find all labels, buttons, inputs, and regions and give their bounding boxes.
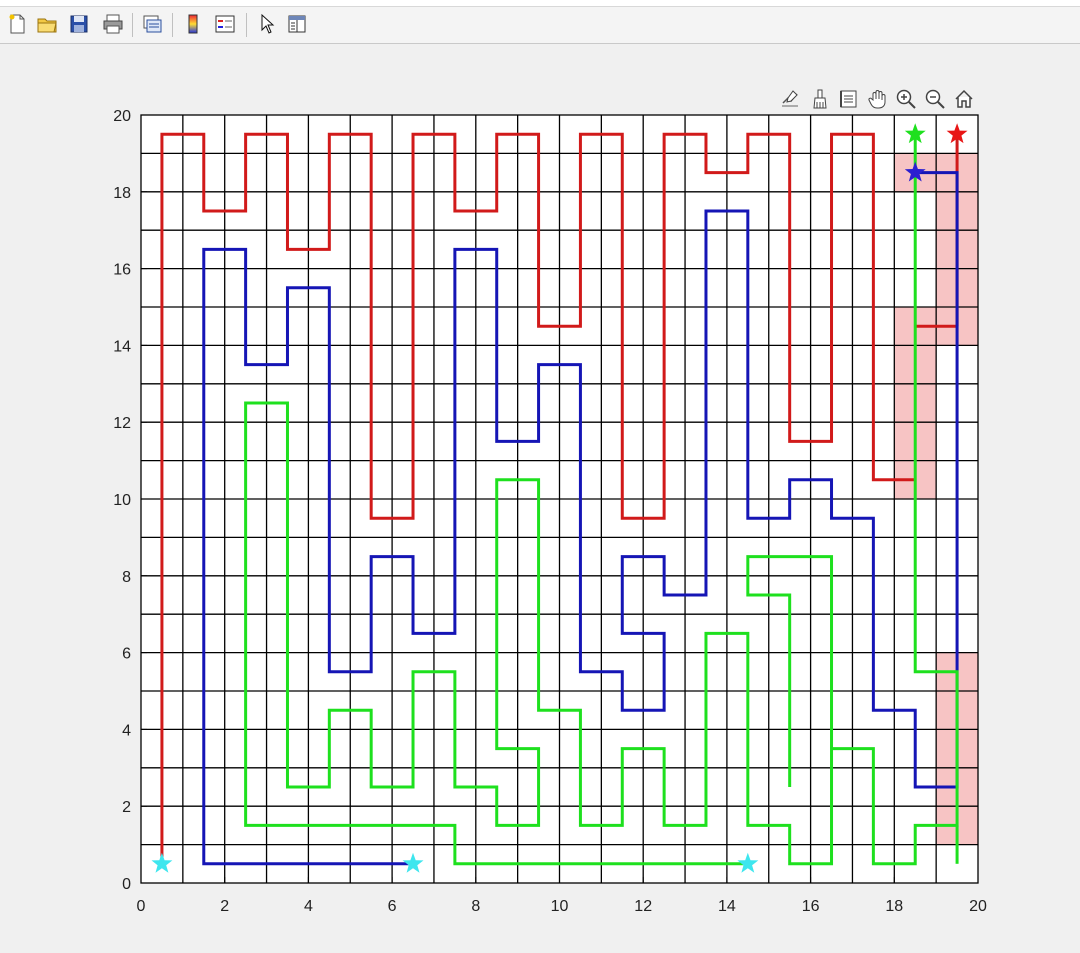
x-tick-label: 0 [137, 898, 146, 915]
y-tick-label: 8 [122, 569, 131, 586]
x-tick-label: 14 [718, 898, 736, 915]
y-tick-label: 12 [113, 415, 131, 432]
x-tick-label: 4 [304, 898, 313, 915]
x-tick-label: 8 [471, 898, 480, 915]
y-tick-label: 4 [122, 722, 131, 739]
y-tick-label: 0 [122, 876, 131, 893]
y-tick-label: 18 [113, 185, 131, 202]
x-tick-label: 12 [634, 898, 652, 915]
x-tick-label: 10 [551, 898, 569, 915]
x-tick-label: 18 [885, 898, 903, 915]
plot-axes[interactable]: 0 2 4 6 8 10 12 14 16 18 20 0 2 4 6 8 10 12 14 16 18 20 [0, 0, 1080, 953]
y-tick-label: 14 [113, 338, 131, 355]
x-tick-label: 20 [969, 898, 987, 915]
x-tick-label: 2 [220, 898, 229, 915]
y-tick-label: 10 [113, 492, 131, 509]
x-tick-label: 16 [802, 898, 820, 915]
y-tick-label: 20 [113, 108, 131, 125]
y-tick-label: 2 [122, 799, 131, 816]
x-tick-label: 6 [388, 898, 397, 915]
y-tick-label: 6 [122, 646, 131, 663]
y-tick-label: 16 [113, 262, 131, 279]
